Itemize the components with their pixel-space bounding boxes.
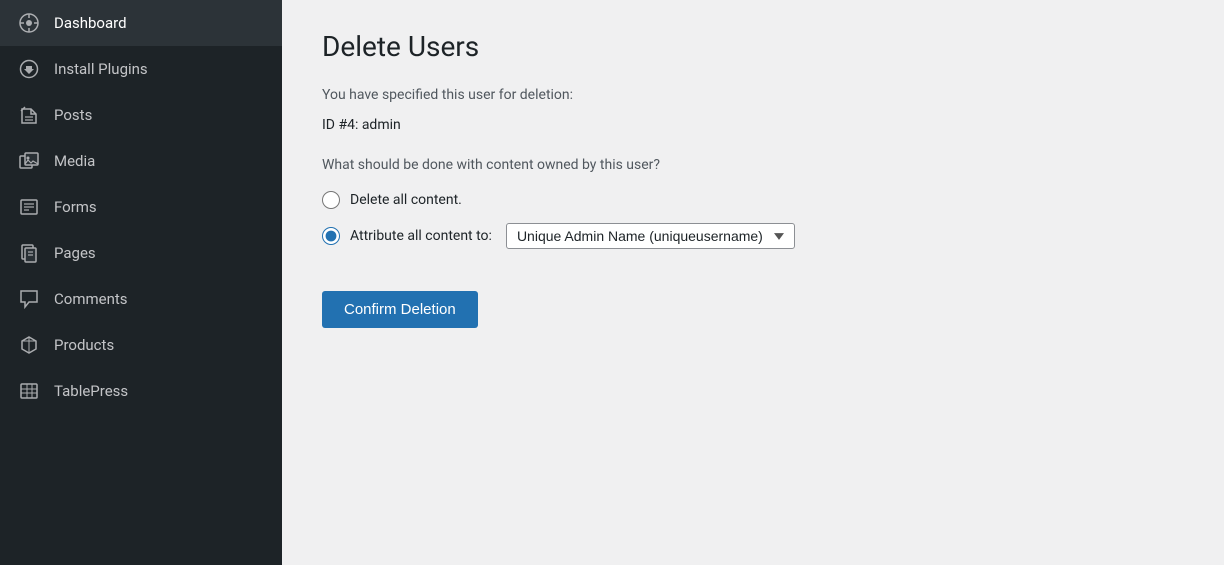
tablepress-icon	[18, 380, 40, 402]
sidebar-item-dashboard[interactable]: Dashboard	[0, 0, 282, 46]
sidebar-item-products[interactable]: Products	[0, 322, 282, 368]
posts-icon	[18, 104, 40, 126]
media-icon	[18, 150, 40, 172]
sidebar-item-pages[interactable]: Pages	[0, 230, 282, 276]
attribute-to-select[interactable]: Unique Admin Name (uniqueusername)	[506, 223, 795, 249]
sidebar: Dashboard Install Plugins Posts	[0, 0, 282, 565]
sidebar-item-install-plugins[interactable]: Install Plugins	[0, 46, 282, 92]
sidebar-item-forms-label: Forms	[54, 198, 97, 216]
delete-all-radio[interactable]	[322, 191, 340, 209]
forms-icon	[18, 196, 40, 218]
attribute-to-label[interactable]: Attribute all content to:	[350, 228, 492, 244]
question-text: What should be done with content owned b…	[322, 157, 1184, 173]
main-content: Delete Users You have specified this use…	[282, 0, 1224, 565]
sidebar-item-dashboard-label: Dashboard	[54, 14, 127, 32]
sidebar-item-comments[interactable]: Comments	[0, 276, 282, 322]
subtitle-text: You have specified this user for deletio…	[322, 87, 1184, 103]
sidebar-item-posts-label: Posts	[54, 106, 92, 124]
products-icon	[18, 334, 40, 356]
user-id-text: ID #4: admin	[322, 117, 1184, 133]
delete-users-card: You have specified this user for deletio…	[322, 87, 1184, 328]
comments-icon	[18, 288, 40, 310]
pages-icon	[18, 242, 40, 264]
dashboard-icon	[18, 12, 40, 34]
attribute-to-radio[interactable]	[322, 227, 340, 245]
delete-all-label[interactable]: Delete all content.	[350, 192, 462, 208]
sidebar-item-tablepress[interactable]: TablePress	[0, 368, 282, 414]
page-title: Delete Users	[322, 30, 1184, 63]
option-attribute-row: Attribute all content to: Unique Admin N…	[322, 223, 1184, 249]
option-delete-row: Delete all content.	[322, 191, 1184, 209]
sidebar-item-pages-label: Pages	[54, 244, 96, 262]
sidebar-item-forms[interactable]: Forms	[0, 184, 282, 230]
sidebar-item-install-plugins-label: Install Plugins	[54, 60, 148, 78]
sidebar-item-media-label: Media	[54, 152, 95, 170]
sidebar-item-tablepress-label: TablePress	[54, 382, 128, 400]
confirm-deletion-button[interactable]: Confirm Deletion	[322, 291, 478, 328]
install-plugins-icon	[18, 58, 40, 80]
sidebar-item-posts[interactable]: Posts	[0, 92, 282, 138]
sidebar-item-media[interactable]: Media	[0, 138, 282, 184]
sidebar-item-products-label: Products	[54, 336, 114, 354]
sidebar-item-comments-label: Comments	[54, 290, 128, 308]
